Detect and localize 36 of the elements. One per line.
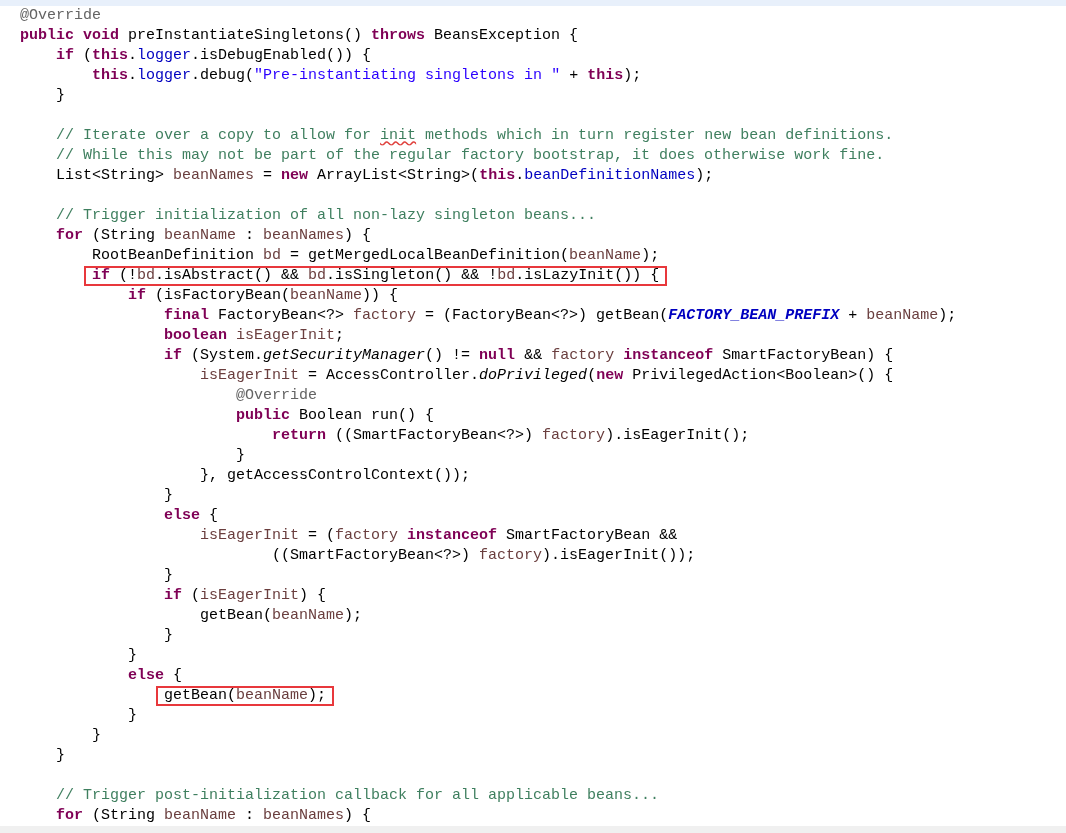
code-line: } xyxy=(56,86,66,106)
code-line: @Override xyxy=(20,6,101,26)
code-line: List<String> beanNames = new ArrayList<String>(this.beanDefinitionNames); xyxy=(56,166,714,186)
code-line: RootBeanDefinition bd = getMergedLocalBeanDefinition(beanName); xyxy=(92,246,660,266)
code-line: }, getAccessControlContext()); xyxy=(200,466,471,486)
code-line: else { xyxy=(164,506,219,526)
code-line: } xyxy=(236,446,246,466)
code-line: if (System.getSecurityManager() != null && factory instanceof SmartFactoryBean) { xyxy=(164,346,894,366)
code-line: public void preInstantiateSingletons() throws BeansException { xyxy=(20,26,579,46)
code-line: if (isFactoryBean(beanName)) { xyxy=(128,286,399,306)
code-line: } xyxy=(128,646,138,666)
code-line: } xyxy=(128,706,138,726)
code-line: final FactoryBean<?> factory = (FactoryBean<?>) getBean(FACTORY_BEAN_PREFIX + beanName); xyxy=(164,306,957,326)
code-line: } xyxy=(164,626,174,646)
code-line: } xyxy=(164,566,174,586)
code-line: @Override xyxy=(236,386,318,406)
code-line: public Boolean run() { xyxy=(236,406,435,426)
code-line: ((SmartFactoryBean<?>) factory).isEagerInit()); xyxy=(272,546,696,566)
code-line: } xyxy=(56,746,66,766)
code-line: } xyxy=(164,486,174,506)
code-line: isEagerInit = (factory instanceof SmartFactoryBean && xyxy=(200,526,678,546)
code-line: for (String beanName : beanNames) { xyxy=(56,226,372,246)
code-line: return ((SmartFactoryBean<?>) factory).isEagerInit(); xyxy=(272,426,750,446)
code-line: boolean isEagerInit; xyxy=(164,326,345,346)
code-line: getBean(beanName); xyxy=(200,606,363,626)
code-line: isEagerInit = AccessController.doPrivileged(new PrivilegedAction<Boolean>() { xyxy=(200,366,894,386)
code-line: // While this may not be part of the regular factory bootstrap, it does otherwise work fine. xyxy=(56,146,885,166)
code-line: this.logger.debug("Pre-instantiating singletons in " + this); xyxy=(92,66,642,86)
code-line: // Trigger post-initialization callback for all applicable beans... xyxy=(56,786,660,806)
code-line: else { xyxy=(128,666,183,686)
code-line: if (this.logger.isDebugEnabled()) { xyxy=(56,46,372,66)
code-line: if (isEagerInit) { xyxy=(164,586,327,606)
code-line: // Iterate over a copy to allow for init methods which in turn register new bean definitions. xyxy=(56,126,894,146)
code-line: for (String beanName : beanNames) { xyxy=(56,806,372,826)
code-line: // Trigger initialization of all non-lazy singleton beans... xyxy=(56,206,597,226)
code-line: } xyxy=(92,726,102,746)
